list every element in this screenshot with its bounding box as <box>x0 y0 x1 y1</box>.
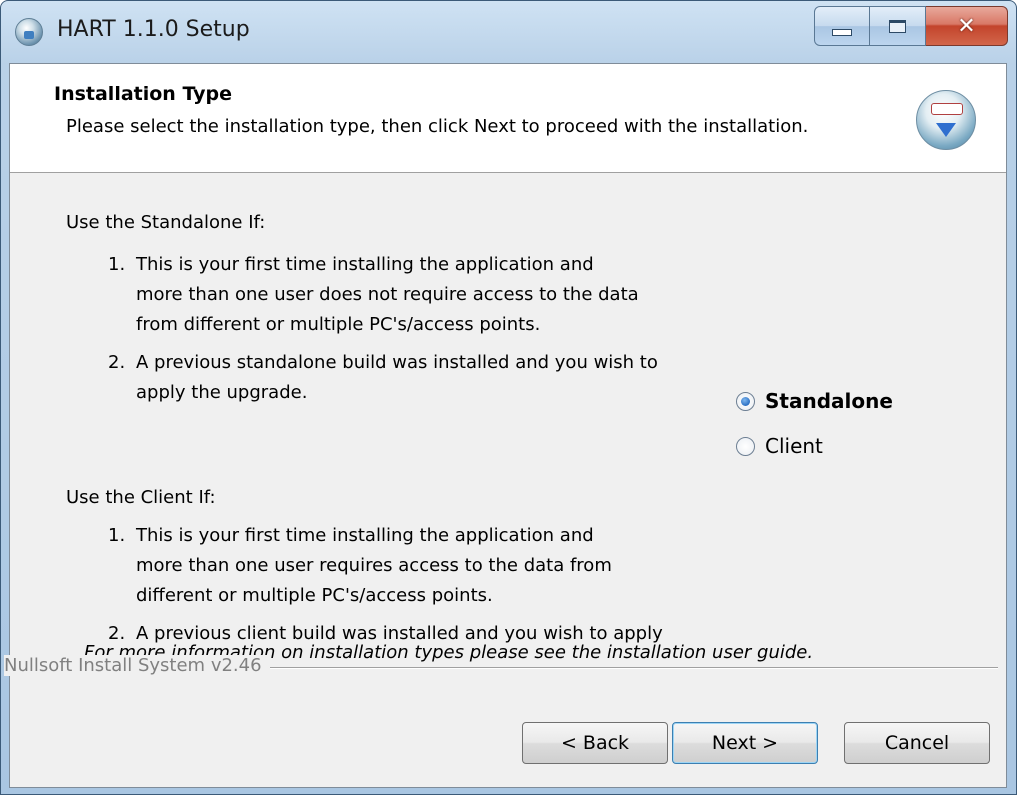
dialog-client-area: Installation Type Please select the inst… <box>4 63 1007 788</box>
standalone-radio-label[interactable]: Standalone <box>765 389 893 413</box>
page-header: Installation Type Please select the inst… <box>10 64 1006 173</box>
item-line: apply the upgrade. <box>136 382 308 403</box>
maximize-button[interactable] <box>870 6 926 46</box>
client-radio[interactable] <box>736 436 755 456</box>
item-line: different or multiple PC's/access points… <box>136 585 493 606</box>
installer-brand: Nullsoft Install System v2.46 <box>4 655 270 676</box>
item-number: 2. <box>108 352 126 373</box>
item-line: This is your first time installing the a… <box>136 254 594 275</box>
standalone-radio[interactable] <box>736 391 755 411</box>
maximize-icon <box>889 19 906 33</box>
item-line: from different or multiple PC's/access p… <box>136 314 541 335</box>
cancel-button[interactable]: Cancel <box>844 722 990 764</box>
page-title: Installation Type <box>54 83 233 105</box>
close-icon: ✕ <box>957 13 976 39</box>
caption-buttons: ✕ <box>814 6 1008 48</box>
minimize-button[interactable] <box>814 6 870 46</box>
client-radio-label[interactable]: Client <box>765 434 823 458</box>
back-button[interactable]: < Back <box>522 722 668 764</box>
standalone-radio-option[interactable]: Standalone <box>736 389 893 413</box>
client-heading: Use the Client If: <box>66 487 216 508</box>
item-line: A previous standalone build was installe… <box>136 352 658 373</box>
close-button[interactable]: ✕ <box>926 6 1008 46</box>
item-number: 1. <box>108 525 126 546</box>
standalone-heading: Use the Standalone If: <box>66 212 266 233</box>
item-line: This is your first time installing the a… <box>136 525 594 546</box>
item-line: more than one user does not require acce… <box>136 284 639 305</box>
title-bar[interactable]: HART 1.1.0 Setup ✕ <box>1 1 1016 63</box>
setup-window: HART 1.1.0 Setup ✕ Installation Type Ple… <box>0 0 1017 795</box>
minimize-icon <box>832 28 852 36</box>
client-radio-option[interactable]: Client <box>736 434 823 458</box>
setup-globe-icon <box>15 18 43 46</box>
installer-disc-icon <box>916 90 976 150</box>
item-line: more than one user requires access to th… <box>136 555 612 576</box>
item-number: 1. <box>108 254 126 275</box>
next-button[interactable]: Next > <box>672 722 818 764</box>
window-title: HART 1.1.0 Setup <box>57 17 250 42</box>
page-subtitle: Please select the installation type, the… <box>66 116 809 137</box>
